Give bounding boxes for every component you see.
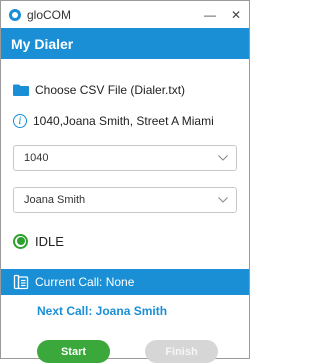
chevron-down-icon xyxy=(218,152,228,164)
next-call-label: Next Call: Joana Smith xyxy=(37,304,168,318)
start-button[interactable]: Start xyxy=(37,340,110,363)
info-icon: i xyxy=(13,114,27,128)
name-select-value: Joana Smith xyxy=(24,194,86,206)
status-text: IDLE xyxy=(35,233,64,249)
minimize-button[interactable]: — xyxy=(197,1,223,28)
extension-select[interactable]: 1040 xyxy=(13,145,237,171)
close-button[interactable]: ✕ xyxy=(223,1,249,28)
page-title: My Dialer xyxy=(11,35,74,52)
dialer-window: gloCOM — ✕ My Dialer Choose CSV File (Di… xyxy=(0,0,250,363)
dialer-header: My Dialer xyxy=(1,28,249,59)
phone-book-icon xyxy=(13,274,29,290)
extension-select-value: 1040 xyxy=(24,152,49,164)
title-bar: gloCOM — ✕ xyxy=(1,1,249,28)
app-logo-icon xyxy=(9,8,21,21)
contact-info-text: 1040,Joana Smith, Street A Miami xyxy=(33,114,214,128)
folder-icon xyxy=(13,84,29,96)
finish-button[interactable]: Finish xyxy=(145,340,218,363)
contact-info-row: i 1040,Joana Smith, Street A Miami xyxy=(1,110,249,132)
app-title: gloCOM xyxy=(27,7,72,22)
action-buttons: Start Finish xyxy=(1,340,249,363)
status-indicator-icon xyxy=(13,233,28,249)
window-controls: — ✕ xyxy=(197,1,249,28)
status-row: IDLE xyxy=(1,230,249,252)
current-call-label: Current Call: None xyxy=(35,275,135,289)
choose-csv-label: Choose CSV File (Dialer.txt) xyxy=(35,83,186,97)
name-select[interactable]: Joana Smith xyxy=(13,187,237,213)
next-call-row: Next Call: Joana Smith xyxy=(1,298,249,324)
chevron-down-icon xyxy=(218,194,228,206)
current-call-bar: Current Call: None xyxy=(1,269,249,295)
choose-csv-link[interactable]: Choose CSV File (Dialer.txt) xyxy=(1,79,249,101)
